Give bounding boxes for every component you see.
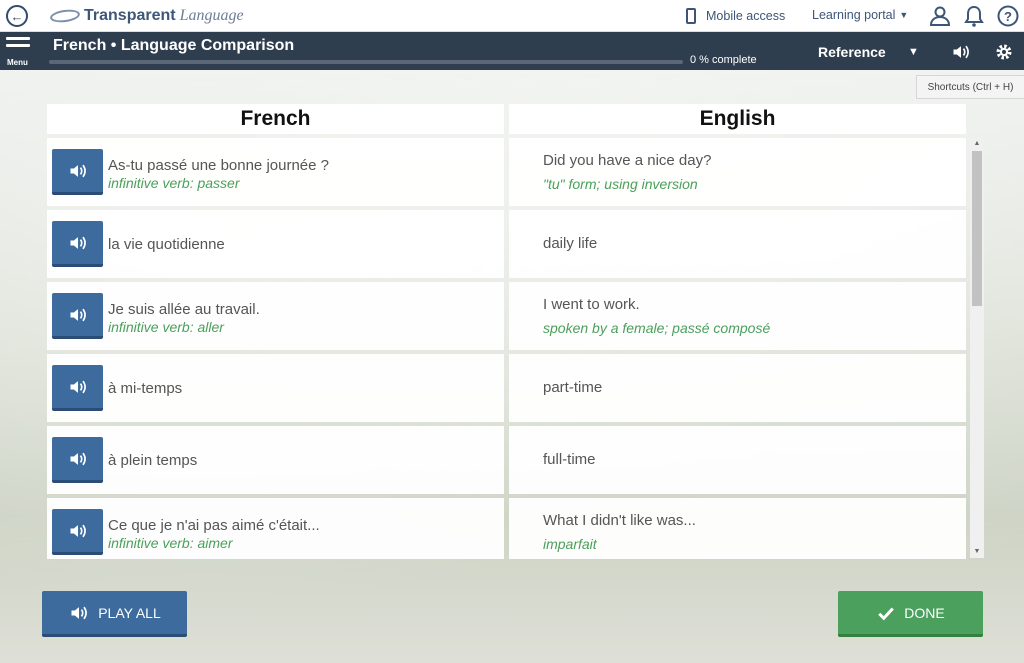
play-audio-button[interactable] (52, 293, 103, 339)
french-note: infinitive verb: aimer (108, 535, 233, 551)
user-icon[interactable] (928, 4, 952, 28)
english-cell: daily life (509, 210, 966, 278)
speaker-icon (70, 380, 86, 393)
logo[interactable]: Transparent Language (49, 6, 244, 26)
speaker-icon[interactable] (951, 42, 971, 62)
progress-text: 0 % complete (690, 54, 757, 66)
vertical-scrollbar[interactable]: ▲ ▼ (970, 138, 984, 558)
column-header-french: French (47, 104, 504, 134)
french-phrase: As-tu passé une bonne journée ? (108, 157, 329, 174)
play-audio-button[interactable] (52, 149, 103, 195)
scroll-down-icon[interactable]: ▼ (970, 546, 984, 558)
french-cell: à mi-temps (47, 354, 504, 422)
french-phrase: à mi-temps (108, 380, 183, 397)
menu-button[interactable]: Menu (6, 37, 34, 67)
french-note: infinitive verb: passer (108, 175, 240, 191)
speaker-icon (70, 308, 86, 321)
svg-text:?: ? (1004, 9, 1012, 24)
english-cell: I went to work. spoken by a female; pass… (509, 282, 966, 350)
speaker-icon (70, 524, 86, 537)
play-all-label: PLAY ALL (98, 604, 161, 621)
french-cell: Ce que je n'ai pas aimé c'était... infin… (47, 498, 504, 559)
done-button[interactable]: DONE (838, 591, 983, 637)
french-cell: Je suis allée au travail. infinitive ver… (47, 282, 504, 350)
top-bar: ← Transparent Language Mobile access Lea… (0, 0, 1024, 32)
english-phrase: part-time (543, 379, 603, 396)
english-cell: Did you have a nice day? "tu" form; usin… (509, 138, 966, 206)
english-cell: full-time (509, 426, 966, 494)
english-phrase: daily life (543, 235, 598, 252)
menu-label: Menu (7, 58, 28, 67)
english-phrase: What I didn't like was... (543, 512, 696, 529)
list-item: à plein temps full-time (47, 426, 968, 494)
column-header-english: English (509, 104, 966, 134)
english-note: spoken by a female; passé composé (543, 320, 771, 336)
checkmark-icon (876, 604, 896, 622)
gear-icon[interactable] (994, 42, 1014, 62)
chevron-down-icon: ▼ (899, 10, 909, 20)
english-note: imparfait (543, 536, 597, 552)
mobile-access-label: Mobile access (706, 9, 786, 23)
mobile-access-link[interactable]: Mobile access (686, 8, 785, 24)
french-phrase: Je suis allée au travail. (108, 301, 260, 318)
speaker-icon (70, 236, 86, 249)
play-audio-button[interactable] (52, 509, 103, 555)
learning-portal-dropdown[interactable]: Learning portal ▼ (812, 8, 908, 22)
french-note: infinitive verb: aller (108, 319, 224, 335)
back-arrow-icon[interactable]: ← (6, 5, 28, 27)
logo-mark-icon (49, 7, 81, 25)
comparison-list[interactable]: As-tu passé une bonne journée ? infiniti… (47, 138, 968, 559)
english-phrase: full-time (543, 451, 596, 468)
logo-text-bold: Transparent (84, 7, 176, 24)
hamburger-icon (6, 37, 30, 40)
english-phrase: I went to work. (543, 296, 640, 313)
phone-icon (686, 8, 696, 24)
french-phrase: à plein temps (108, 452, 198, 469)
progress-bar (49, 60, 683, 64)
speaker-icon (70, 164, 86, 177)
french-phrase: la vie quotidienne (108, 236, 225, 253)
english-cell: part-time (509, 354, 966, 422)
english-note: "tu" form; using inversion (543, 176, 698, 192)
scrollbar-thumb[interactable] (972, 151, 982, 306)
logo-text-italic: Language (179, 7, 244, 24)
english-cell: What I didn't like was... imparfait (509, 498, 966, 559)
done-label: DONE (904, 604, 945, 621)
list-item: Je suis allée au travail. infinitive ver… (47, 282, 968, 350)
list-item: As-tu passé une bonne journée ? infiniti… (47, 138, 968, 206)
french-cell: à plein temps (47, 426, 504, 494)
list-item: la vie quotidienne daily life (47, 210, 968, 278)
bell-icon[interactable] (962, 4, 986, 28)
scroll-up-icon[interactable]: ▲ (970, 138, 984, 150)
french-phrase: Ce que je n'ai pas aimé c'était... (108, 517, 320, 534)
french-cell: la vie quotidienne (47, 210, 504, 278)
learning-portal-label: Learning portal (812, 8, 896, 22)
help-icon[interactable]: ? (996, 4, 1020, 28)
play-audio-button[interactable] (52, 437, 103, 483)
reference-dropdown[interactable]: Reference (818, 44, 886, 60)
play-all-button[interactable]: PLAY ALL (42, 591, 187, 637)
speaker-icon (70, 452, 86, 465)
shortcuts-hint[interactable]: Shortcuts (Ctrl + H) (916, 75, 1024, 99)
play-audio-button[interactable] (52, 365, 103, 411)
list-item: à mi-temps part-time (47, 354, 968, 422)
hamburger-icon-line (6, 44, 30, 47)
lesson-header: Menu French • Language Comparison 0 % co… (0, 32, 1024, 70)
list-item: Ce que je n'ai pas aimé c'était... infin… (47, 498, 968, 559)
lesson-title: French • Language Comparison (53, 37, 295, 54)
english-phrase: Did you have a nice day? (543, 152, 712, 169)
speaker-icon (68, 603, 90, 623)
play-audio-button[interactable] (52, 221, 103, 267)
caret-down-icon[interactable]: ▼ (908, 46, 919, 58)
french-cell: As-tu passé une bonne journée ? infiniti… (47, 138, 504, 206)
